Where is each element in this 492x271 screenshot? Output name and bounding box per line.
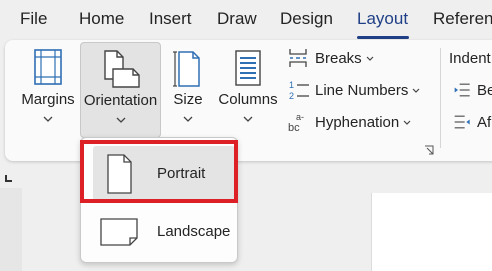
tab-design[interactable]: Design [280, 9, 333, 29]
group-divider [440, 48, 441, 148]
tab-layout[interactable]: Layout [357, 9, 408, 29]
svg-text:a-: a- [296, 112, 304, 122]
hyphenation-button[interactable]: a- bc Hyphenation [287, 109, 411, 135]
margins-icon [34, 49, 62, 85]
vertical-ruler [0, 188, 22, 271]
columns-label: Columns [218, 91, 278, 108]
indent-after-label: Af [477, 113, 492, 131]
tab-selector-icon[interactable] [4, 175, 12, 183]
size-icon [173, 51, 200, 87]
tab-references[interactable]: Referenc [433, 9, 492, 29]
indent-before-label: Be [477, 81, 492, 99]
hyphenation-label: Hyphenation [315, 113, 400, 131]
svg-text:bc: bc [288, 122, 300, 133]
margins-label: Margins [21, 91, 75, 108]
indent-after-field[interactable]: Af [453, 109, 491, 135]
tab-insert[interactable]: Insert [149, 9, 192, 29]
size-label: Size [173, 91, 203, 108]
line-numbers-icon: 1 2 [289, 80, 309, 101]
size-button[interactable]: Size [168, 42, 208, 138]
breaks-button[interactable]: Breaks [287, 45, 374, 71]
portrait-option[interactable]: Portrait [93, 146, 235, 202]
columns-button[interactable]: Columns [217, 42, 279, 138]
breaks-icon [289, 49, 307, 67]
margins-button[interactable]: Margins [19, 42, 77, 138]
portrait-label: Portrait [157, 165, 206, 182]
chevron-down-icon [116, 117, 125, 123]
tab-draw[interactable]: Draw [217, 9, 257, 29]
breaks-label: Breaks [315, 49, 362, 67]
chevron-down-icon [183, 116, 193, 122]
indent-heading: Indent [449, 49, 491, 67]
chevron-down-icon [366, 56, 374, 61]
landscape-label: Landscape [157, 223, 231, 240]
indent-before-field[interactable]: Be [453, 77, 492, 103]
chevron-down-icon [403, 120, 411, 125]
line-numbers-button[interactable]: 1 2 Line Numbers [287, 77, 420, 103]
tab-home[interactable]: Home [79, 9, 124, 29]
ribbon-tabs: File Home Insert Draw Design Layout Refe… [0, 0, 492, 42]
svg-text:2: 2 [289, 91, 294, 101]
dialog-launcher-icon[interactable] [424, 145, 434, 155]
svg-text:1: 1 [289, 80, 294, 90]
portrait-icon [107, 154, 132, 194]
line-numbers-label: Line Numbers [315, 81, 409, 99]
document-page[interactable] [371, 193, 492, 271]
orientation-dropdown: Portrait Landscape [80, 137, 238, 263]
orientation-icon [103, 50, 140, 88]
indent-left-icon [454, 83, 470, 97]
orientation-label: Orientation [83, 92, 158, 109]
active-tab-indicator [357, 36, 409, 39]
columns-icon [235, 50, 261, 86]
landscape-option[interactable]: Landscape [93, 204, 235, 260]
landscape-icon [100, 218, 138, 246]
chevron-down-icon [412, 88, 420, 93]
chevron-down-icon [243, 116, 253, 122]
indent-right-icon [454, 115, 470, 129]
orientation-button[interactable]: Orientation [80, 42, 161, 138]
tab-file[interactable]: File [20, 9, 47, 29]
hyphenation-icon: a- bc [288, 112, 304, 133]
chevron-down-icon [43, 116, 53, 122]
